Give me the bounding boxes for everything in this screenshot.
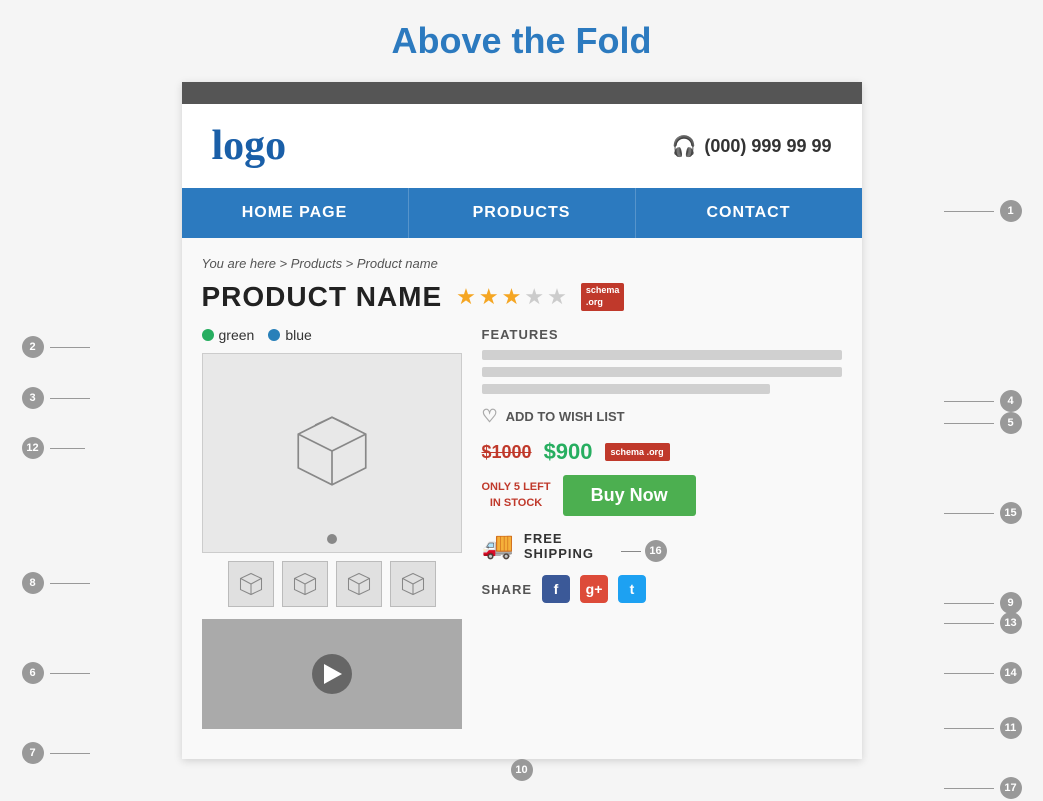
heart-icon: ♡ <box>482 406 498 427</box>
play-button[interactable] <box>312 654 352 694</box>
annotation-7: 7 <box>22 742 44 764</box>
annotation-15: 15 <box>1000 502 1022 524</box>
video-area[interactable] <box>202 619 462 729</box>
main-website-mockup: logo 🎧 (000) 999 99 99 HOME PAGE PRODUCT… <box>182 82 862 759</box>
phone-area: 🎧 (000) 999 99 99 <box>671 134 831 159</box>
nav-products[interactable]: PRODUCTS <box>409 188 636 238</box>
schema-badge: schema .org <box>581 283 625 310</box>
feature-line-3 <box>482 384 770 394</box>
star-5: ★ <box>547 284 567 310</box>
product-box-icon <box>287 406 377 501</box>
new-price: $900 <box>544 439 593 465</box>
shipping-text: FREESHIPPING <box>524 531 594 561</box>
old-price: $1000 <box>482 442 532 463</box>
feature-line-2 <box>482 367 842 377</box>
thumbnail-row <box>202 561 462 607</box>
color-swatches: green blue <box>202 327 462 343</box>
stock-text: ONLY 5 LEFT IN STOCK <box>482 480 551 511</box>
navigation-bar: HOME PAGE PRODUCTS CONTACT <box>182 188 862 238</box>
product-name-row: PRODUCT NAME ★ ★ ★ ★ ★ schema .org <box>202 281 842 313</box>
thumbnail-1[interactable] <box>228 561 274 607</box>
phone-number: (000) 999 99 99 <box>704 136 831 157</box>
annotation-1: 1 <box>1000 200 1022 222</box>
logo: logo <box>212 122 287 170</box>
product-image-box <box>202 353 462 553</box>
content-area: You are here > Products > Product name P… <box>182 238 862 759</box>
schema-price-badge: schema .org <box>605 443 670 462</box>
swatch-blue[interactable]: blue <box>268 327 311 343</box>
annotation-9: 9 <box>1000 592 1022 614</box>
blue-label: blue <box>285 327 311 343</box>
annotation-5: 5 <box>1000 412 1022 434</box>
headset-icon: 🎧 <box>671 134 696 159</box>
annotation-2: 2 <box>22 336 44 358</box>
buy-now-button[interactable]: Buy Now <box>563 475 696 516</box>
facebook-icon[interactable]: f <box>542 575 570 603</box>
star-4: ★ <box>524 284 544 310</box>
share-label: SHARE <box>482 582 533 597</box>
site-header-bar <box>182 82 862 104</box>
annotation-8: 8 <box>22 572 44 594</box>
features-label: FEATURES <box>482 327 842 342</box>
image-dot-indicator <box>327 534 337 544</box>
thumbnail-4[interactable] <box>390 561 436 607</box>
annotation-14: 14 <box>1000 662 1022 684</box>
annotation-6: 6 <box>22 662 44 684</box>
product-right: FEATURES ♡ ADD TO WISH LIST $1000 $900 <box>482 327 842 603</box>
logo-row: logo 🎧 (000) 999 99 99 <box>182 104 862 188</box>
swatch-green[interactable]: green <box>202 327 255 343</box>
star-3: ★ <box>502 284 522 310</box>
price-row: $1000 $900 schema .org <box>482 439 842 465</box>
star-rating: ★ ★ ★ ★ ★ <box>456 284 567 310</box>
annotation-17: 17 <box>1000 777 1022 799</box>
annotation-11: 11 <box>1000 717 1022 739</box>
nav-contact[interactable]: CONTACT <box>636 188 862 238</box>
wish-list-label: ADD TO WISH LIST <box>506 409 625 424</box>
annotation-13: 13 <box>1000 612 1022 634</box>
annotation-10: 10 <box>511 759 533 781</box>
annotation-4: 4 <box>1000 390 1022 412</box>
blue-dot <box>268 329 280 341</box>
twitter-icon[interactable]: t <box>618 575 646 603</box>
star-1: ★ <box>456 284 476 310</box>
play-icon <box>324 664 342 684</box>
buy-row: ONLY 5 LEFT IN STOCK Buy Now <box>482 475 842 516</box>
shipping-row: 🚚 FREESHIPPING <box>482 530 842 561</box>
nav-home-page[interactable]: HOME PAGE <box>182 188 409 238</box>
page-title: Above the Fold <box>0 20 1043 62</box>
annotation-12: 12 <box>22 437 44 459</box>
product-left: green blue <box>202 327 462 729</box>
truck-icon: 🚚 <box>482 530 514 561</box>
wish-list-row[interactable]: ♡ ADD TO WISH LIST <box>482 406 842 427</box>
green-label: green <box>219 327 255 343</box>
feature-line-1 <box>482 350 842 360</box>
product-body: green blue <box>202 327 842 729</box>
thumbnail-2[interactable] <box>282 561 328 607</box>
star-2: ★ <box>479 284 499 310</box>
breadcrumb: You are here > Products > Product name <box>202 248 842 281</box>
product-name: PRODUCT NAME <box>202 281 443 313</box>
google-plus-icon[interactable]: g+ <box>580 575 608 603</box>
share-row: SHARE f g+ t <box>482 575 842 603</box>
green-dot <box>202 329 214 341</box>
annotation-3: 3 <box>22 387 44 409</box>
thumbnail-3[interactable] <box>336 561 382 607</box>
